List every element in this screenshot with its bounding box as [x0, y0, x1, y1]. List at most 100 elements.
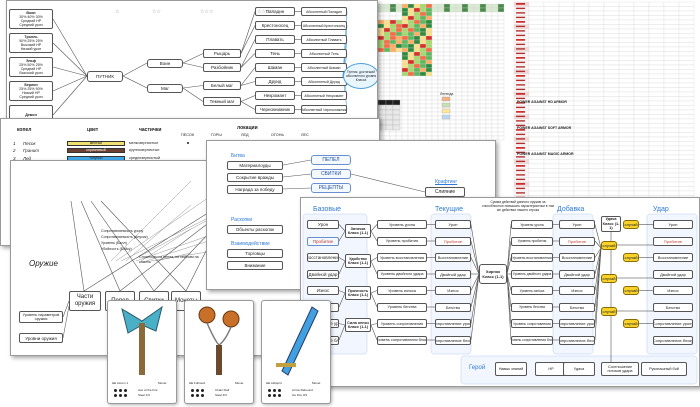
sheet-cell [401, 83, 409, 89]
sheet-cell [558, 87, 575, 93]
sheet-cell [528, 19, 545, 25]
sheet-cell [663, 91, 680, 97]
luck-node: Удача Класс (1-1) [601, 216, 621, 232]
sheet-cell [528, 118, 545, 124]
dice-dot [114, 389, 117, 392]
sheet-cell [588, 123, 605, 129]
sheet-cell [588, 73, 605, 79]
add-stat: Восстановление [559, 253, 595, 262]
sheet-cell [377, 59, 385, 65]
sheet-cell [528, 33, 545, 39]
sheet-cell [558, 145, 575, 151]
sheet-cell [467, 79, 475, 85]
sheet-cell [383, 27, 391, 33]
sheet-cell [449, 83, 457, 89]
weapon-card[interactable]: HE Fullmetz Monet Chain Flail Steel 2/3 [184, 300, 254, 404]
sheet-cell [413, 115, 421, 121]
sheet-cell [431, 27, 439, 33]
sheet-cell [419, 31, 427, 37]
sheet-cell [678, 163, 695, 169]
sheet-cell [491, 23, 499, 29]
flow-column-band [430, 213, 472, 355]
sheet-cell [663, 28, 680, 34]
sheet-cell [401, 119, 409, 125]
connector-line [52, 18, 88, 77]
sheet-cell [449, 55, 457, 61]
sheet-cell [633, 19, 650, 25]
weapon-card[interactable]: HE Axrem 1 Monet Axe of the Fire Steel 1/3 [107, 300, 177, 404]
sheet-cell [431, 67, 439, 73]
sheet-cell [455, 51, 463, 57]
level-item: Уровень урона [377, 220, 427, 229]
sheet-cell [449, 51, 457, 57]
sheet-cell [633, 46, 650, 52]
sheet-cell [383, 23, 391, 29]
sheet-cell [467, 127, 475, 133]
sheet-cell [603, 159, 620, 165]
sheet-cell [407, 51, 415, 57]
flow-column-band [552, 213, 594, 355]
col-header-name: копел [17, 127, 32, 133]
connector-line [182, 85, 204, 89]
sheet-cell [588, 6, 605, 12]
sheet-cell [603, 64, 620, 70]
sheet-cell [633, 42, 650, 48]
sheet-cell [419, 119, 427, 125]
sheet-cell [425, 3, 433, 9]
sheet-cell [401, 67, 409, 73]
sheet-cell [663, 123, 680, 129]
sheet-cell [497, 15, 505, 21]
sheet-cell [455, 71, 463, 77]
sheet-cell [573, 42, 590, 48]
flail-ball [198, 306, 216, 324]
sheet-cell [497, 87, 505, 93]
sheet-cell [543, 145, 560, 151]
sheet-cell [573, 190, 590, 196]
sheet-cell [588, 1, 605, 7]
sheet-cell [425, 83, 433, 89]
sheet-cell [395, 7, 403, 13]
weapon-card[interactable]: HE Ashsprit Monet Arrow Rebound Ice Fire 3/… [261, 300, 331, 404]
sheet-cell [588, 28, 605, 34]
sheet-cell [377, 95, 385, 101]
sheet-cell [401, 107, 409, 113]
sheet-cell [678, 33, 695, 39]
sheet-cell [663, 136, 680, 142]
connector-line [470, 240, 480, 275]
sheet-cell [407, 35, 415, 41]
sheet-cell [413, 63, 421, 69]
sheet-cell [497, 59, 505, 65]
connector-line [470, 273, 480, 308]
sheet-cell [633, 82, 650, 88]
sheet-cell [392, 119, 401, 126]
sheet-cell [443, 19, 451, 25]
sheet-cell [455, 39, 463, 45]
sheet-cell [497, 7, 505, 13]
sheet-cell [413, 3, 421, 9]
hero-stat: Соотношение потоков удара [601, 362, 639, 376]
sheet-cell [528, 15, 545, 21]
sheet-cell [473, 79, 481, 85]
sheet-cell [573, 28, 590, 34]
sheet-cell [573, 163, 590, 169]
sheet-cell [443, 7, 451, 13]
sheet-cell [443, 47, 451, 53]
sheet-cell [401, 91, 409, 97]
sheet-cell [401, 35, 409, 41]
sheet-cell [407, 3, 415, 9]
sheet-cell [461, 23, 469, 29]
sheet-cell [479, 3, 487, 9]
race-title: Демон [25, 113, 37, 117]
sheet-cell [407, 67, 415, 73]
sheet-cell [419, 131, 427, 137]
sheet-cell [603, 33, 620, 39]
sheet-cell [443, 51, 451, 57]
sheet-cell [491, 91, 499, 97]
sheet-cell [473, 107, 481, 113]
sheet-cell [618, 19, 635, 25]
sheet-cell [648, 64, 665, 70]
sheet-cell [543, 73, 560, 79]
sheet-cell [431, 91, 439, 97]
sheet-cell [449, 99, 457, 105]
sheet-cell [573, 6, 590, 12]
